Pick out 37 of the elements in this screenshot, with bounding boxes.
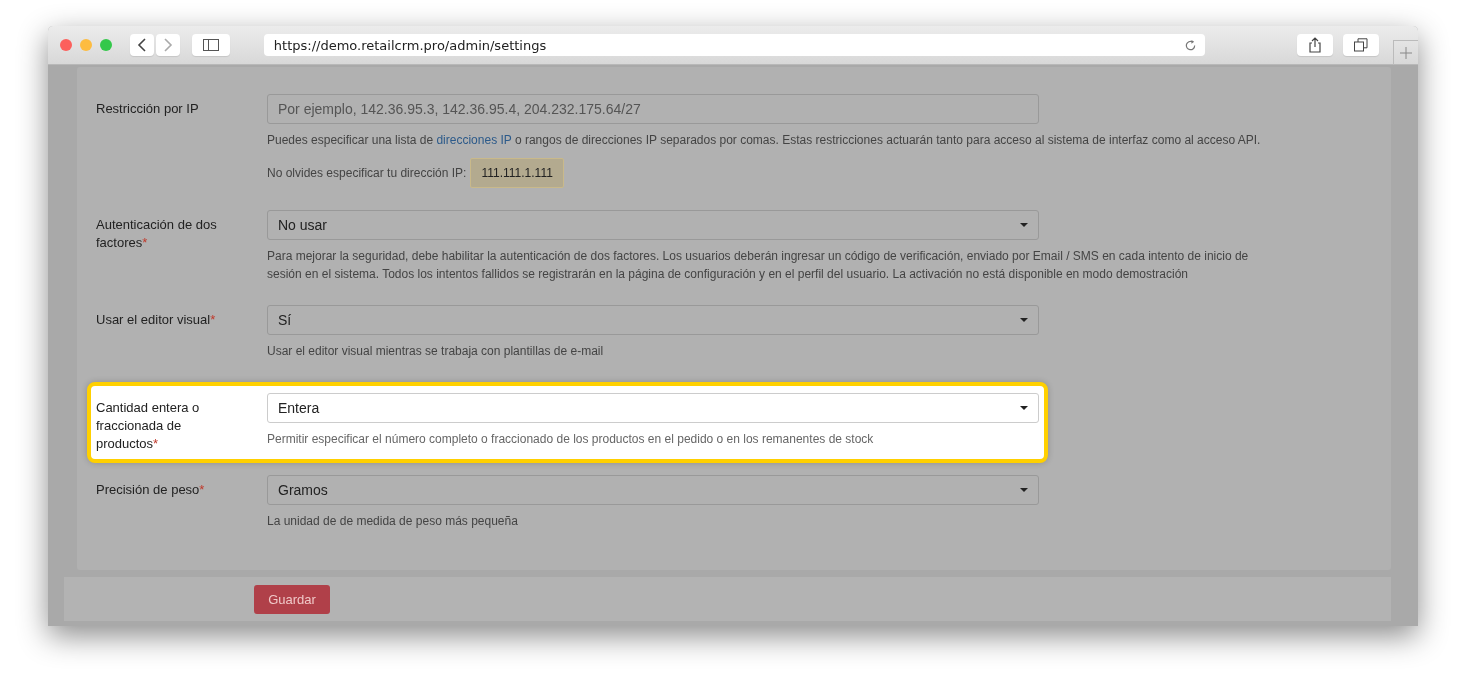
chevron-left-icon [137, 38, 147, 52]
close-icon[interactable] [60, 39, 72, 51]
help-text: Permitir especificar el número completo o fraccionado de los productos en el pedido o en los remanentes de stock [267, 431, 875, 448]
caret-icon [1020, 318, 1028, 322]
field-label: Usar el editor visual* [96, 312, 216, 327]
field-label: Cantidad entera o fraccionada de productos* [96, 400, 200, 451]
help-text: La unidad de de medida de peso más pequeña [267, 513, 519, 530]
ip-address-tag: 111.111.1.111 [470, 158, 564, 188]
field-label: Precisión de peso* [96, 482, 205, 497]
plus-icon [1400, 47, 1413, 59]
ip-note: No olvides especificar tu dirección IP: [267, 166, 467, 180]
share-button[interactable] [1297, 34, 1334, 56]
select-dropdown[interactable]: Entera [267, 393, 1039, 423]
select-dropdown[interactable]: Sí [267, 305, 1039, 335]
select-dropdown[interactable]: Gramos [267, 475, 1039, 505]
share-icon [1309, 37, 1322, 53]
help-text: Usar el editor visual mientras se trabaja con plantillas de e-mail [267, 343, 605, 360]
ip-input-field[interactable]: Por ejemplo, 142.36.95.3, 142.36.95.4, 204.232.175.64/27 [267, 94, 1039, 124]
address-bar[interactable]: https://demo.retailcrm.pro/admin/settings [263, 34, 1206, 56]
field-label: Autenticación de dos factores* [96, 217, 217, 250]
caret-icon [1020, 406, 1028, 410]
tabs-button[interactable] [1343, 34, 1380, 56]
maximize-icon[interactable] [100, 39, 112, 51]
help-text: Para mejorar la seguridad, debe habilitar la autenticación de dos factores. Los usuarios deberán ingresar un código de verificación, enviado por Email / SMS en cada intento de inicio de sesión en el sistema. Todos los intentos fallidos se registrarán en la página de configuración y en el perfil del usuario. La activación no está disponible en modo demostración [267, 248, 1250, 283]
url-text: https://demo.retailcrm.pro/admin/settings [273, 37, 547, 53]
tabs-icon [1354, 38, 1369, 52]
sidebar-icon [202, 39, 219, 51]
caret-icon [1020, 488, 1028, 492]
save-button[interactable]: Guardar [254, 584, 330, 614]
help-text: Puedes especificar una lista de direcciones IP o rangos de direcciones IP separados por comas. Estas restricciones actuarán tanto para acceso al sistema de interfaz como al acceso API. [267, 132, 1262, 149]
reload-icon[interactable] [1184, 38, 1198, 52]
caret-icon [1020, 223, 1028, 227]
field-label: Restricción por IP [96, 101, 199, 116]
sidebar-button[interactable] [192, 34, 230, 56]
back-button[interactable] [130, 34, 154, 56]
select-dropdown[interactable]: No usar [267, 210, 1039, 240]
chevron-right-icon [163, 38, 173, 52]
